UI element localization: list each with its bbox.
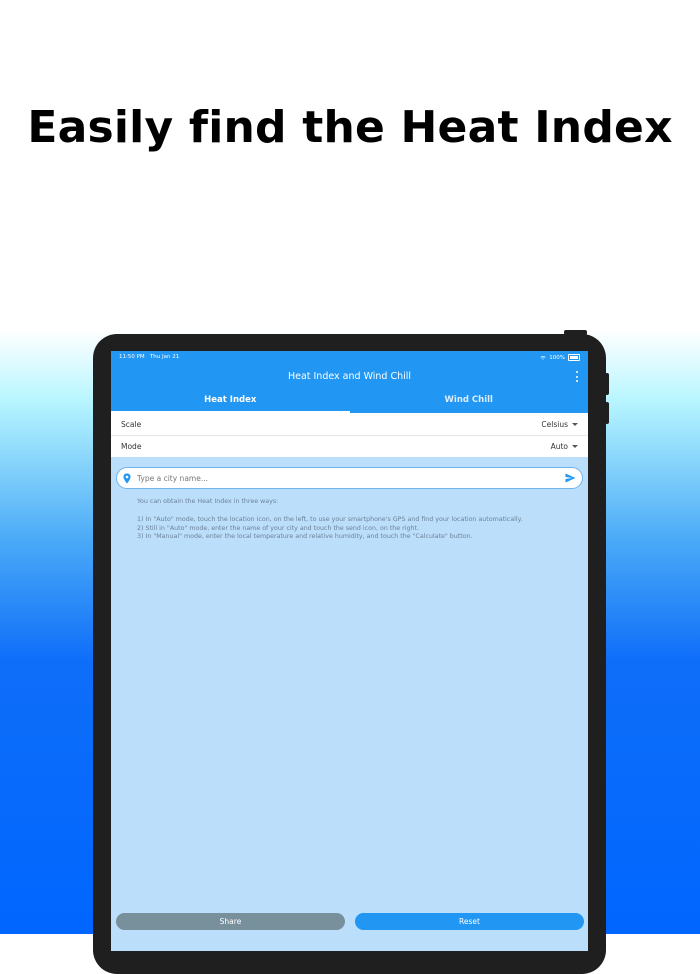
status-time: 11:50 PM — [119, 354, 145, 360]
mode-dropdown[interactable]: Auto — [551, 442, 578, 451]
battery-percent: 100% — [549, 354, 565, 361]
mode-row: Mode Auto — [111, 435, 588, 457]
help-text: You can obtain the Heat Index in three w… — [137, 498, 577, 542]
send-icon[interactable] — [565, 473, 576, 483]
help-step-3: 3) In "Manual" mode, enter the local tem… — [137, 533, 473, 541]
app-title: Heat Index and Wind Chill — [287, 371, 412, 382]
scale-dropdown[interactable]: Celsius — [541, 420, 578, 429]
help-intro: You can obtain the Heat Index in three w… — [137, 498, 279, 505]
more-vert-icon[interactable] — [574, 371, 580, 382]
status-bar-right: 100% — [540, 354, 580, 361]
battery-icon — [568, 354, 580, 361]
scale-row: Scale Celsius — [111, 413, 588, 435]
city-search-input[interactable] — [137, 473, 559, 483]
help-step-1: 1) In "Auto" mode, touch the location ic… — [137, 515, 523, 523]
tab-bar: Heat Index Wind Chill — [111, 391, 588, 413]
city-search-bar — [116, 467, 583, 489]
share-button[interactable]: Share — [116, 913, 345, 930]
dropdown-arrow-icon — [572, 445, 578, 448]
help-step-2: 2) Still in "Auto" mode, enter the name … — [137, 524, 419, 532]
settings-panel: Scale Celsius Mode Auto — [111, 413, 588, 457]
reset-button[interactable]: Reset — [355, 913, 584, 930]
mode-label: Mode — [121, 442, 142, 451]
app-bar: 11:50 PM Thu Jan 21 100% Heat Index and … — [111, 351, 588, 413]
dropdown-arrow-icon — [572, 422, 578, 426]
headline: Easily find the Heat Index — [27, 102, 673, 153]
status-date: Thu Jan 21 — [149, 354, 180, 360]
app-screen: 11:50 PM Thu Jan 21 100% Heat Index and … — [111, 351, 588, 951]
location-pin-icon[interactable] — [123, 472, 131, 484]
scale-value: Celsius — [541, 419, 568, 429]
mode-value: Auto — [550, 442, 568, 451]
wifi-icon — [540, 355, 546, 360]
tab-wind-chill[interactable]: Wind Chill — [350, 391, 589, 413]
scale-label: Scale — [121, 419, 142, 429]
tab-heat-index[interactable]: Heat Index — [111, 391, 350, 413]
status-bar-left: 11:50 PM Thu Jan 21 — [119, 354, 179, 360]
